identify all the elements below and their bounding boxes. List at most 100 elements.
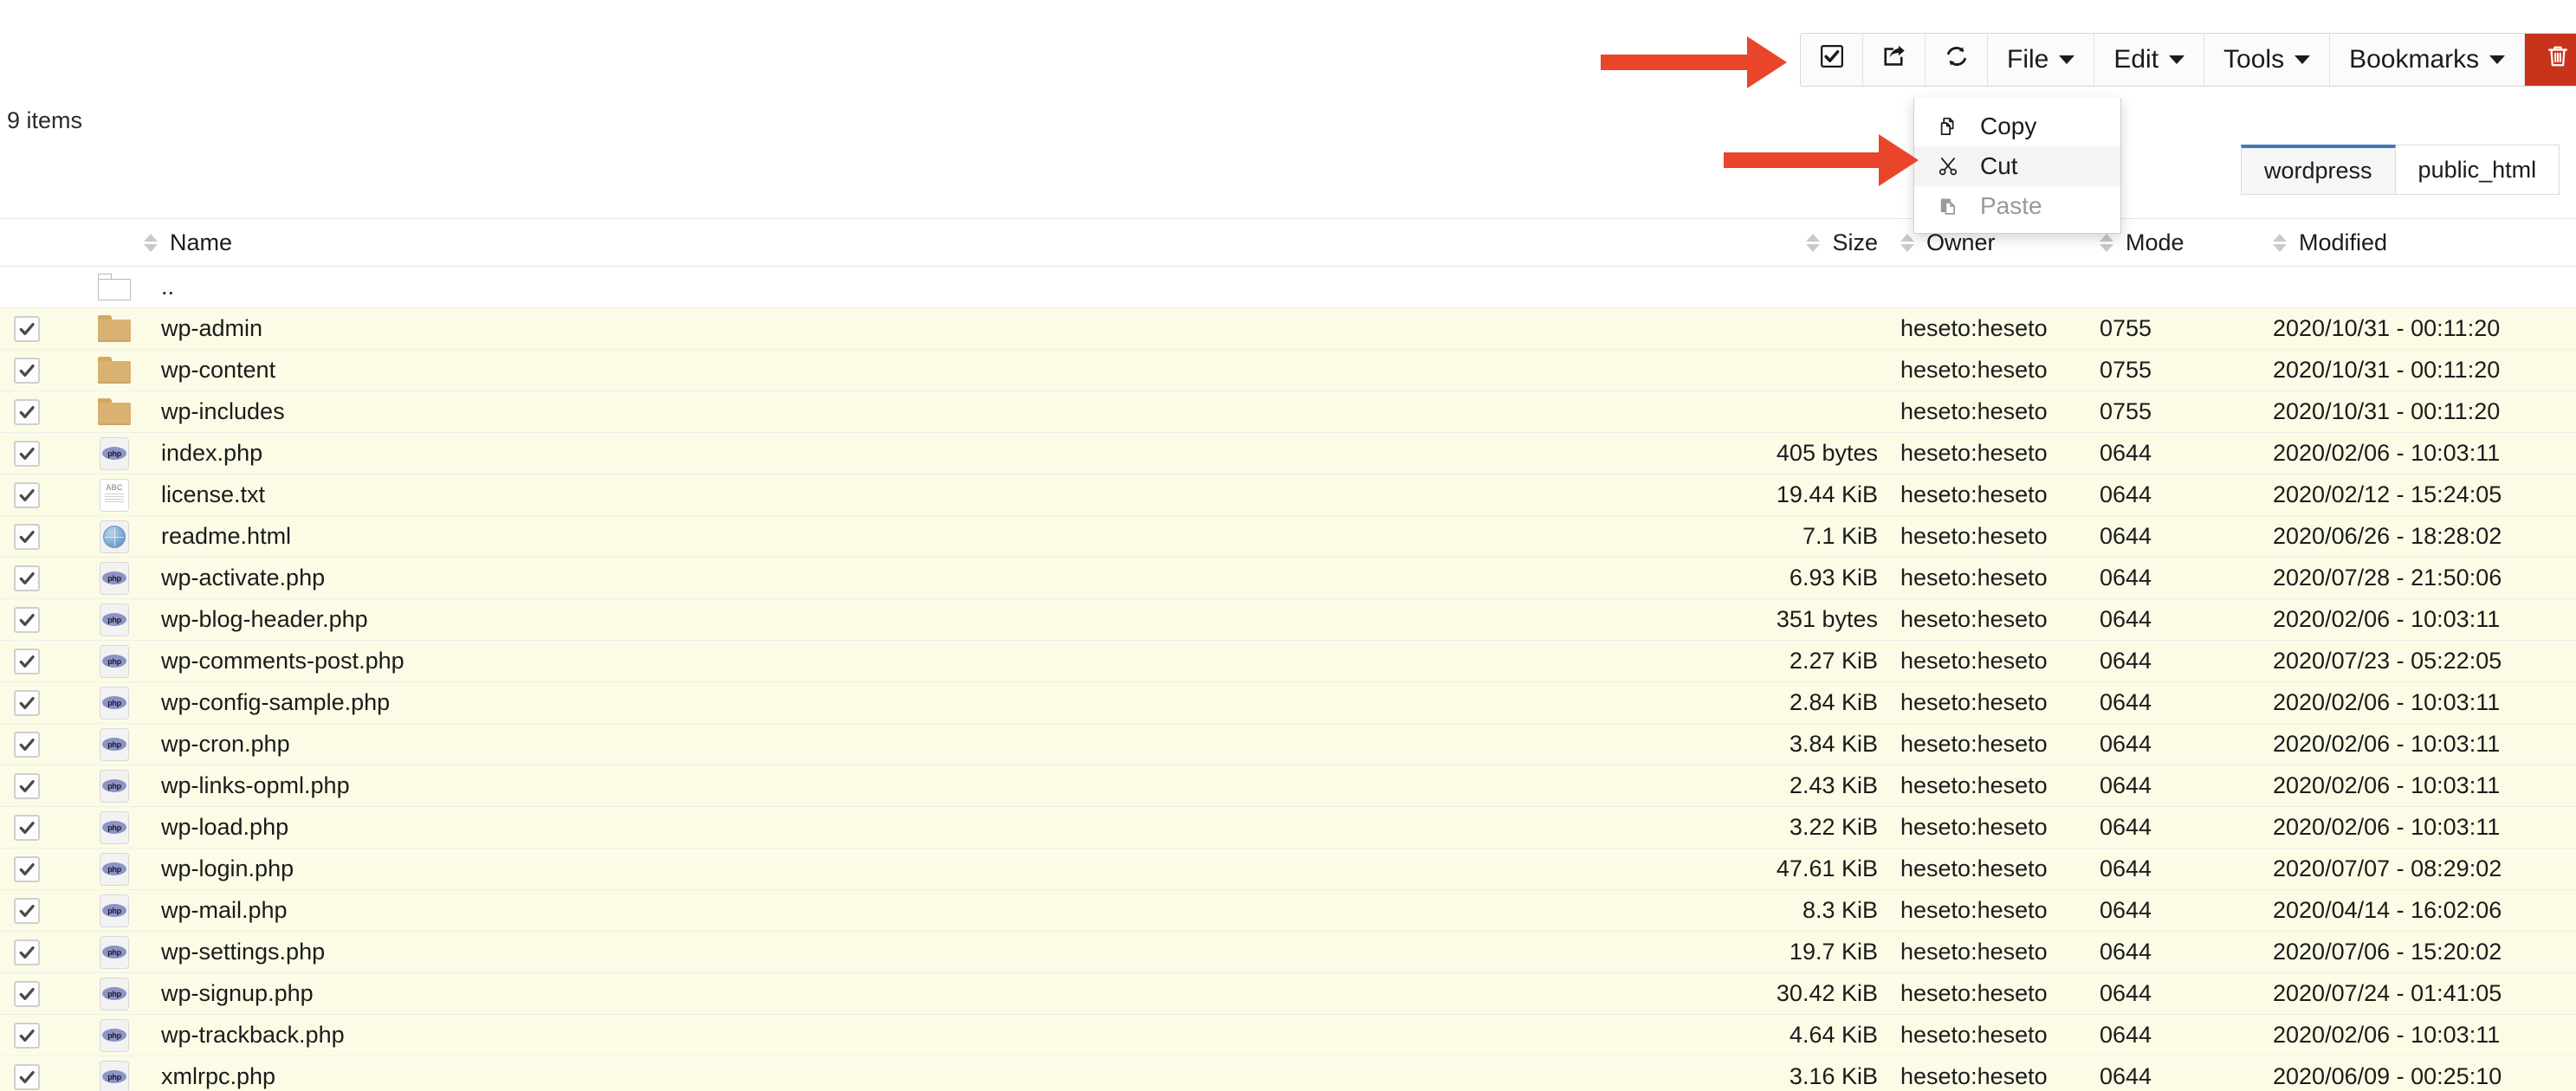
row-checkbox[interactable]	[14, 315, 40, 342]
row-checkbox[interactable]	[14, 523, 40, 550]
table-row[interactable]: php wp-mail.php 8.3 KiB heseto:heseto 0644 20…	[0, 890, 2576, 932]
row-checkbox[interactable]	[14, 648, 40, 675]
edit-menu[interactable]: Edit	[2094, 34, 2205, 86]
file-size: 6.93 KiB	[1789, 565, 1878, 591]
file-size: 47.61 KiB	[1776, 855, 1878, 881]
file-modified: 2020/02/06 - 10:03:11	[2273, 440, 2501, 466]
row-checkbox[interactable]	[14, 897, 40, 924]
file-mode: 0644	[2100, 980, 2152, 1006]
file-owner: heseto:heseto	[1900, 1022, 2048, 1048]
file-name[interactable]: wp-comments-post.php	[144, 648, 1649, 675]
file-name[interactable]: xmlrpc.php	[144, 1063, 1649, 1090]
row-checkbox[interactable]	[14, 814, 40, 841]
sort-modified-icon[interactable]	[2273, 233, 2287, 252]
file-owner: heseto:heseto	[1900, 731, 2048, 757]
file-name[interactable]: wp-content	[144, 357, 1649, 384]
php-icon: php	[100, 977, 129, 1010]
file-name[interactable]: index.php	[144, 440, 1649, 467]
cut-menu-item[interactable]: Cut	[1914, 146, 2120, 186]
file-modified: 2020/10/31 - 00:11:20	[2273, 357, 2501, 383]
file-name[interactable]: wp-includes	[144, 398, 1649, 425]
bookmarks-menu[interactable]: Bookmarks	[2330, 34, 2526, 86]
file-menu[interactable]: File	[1988, 34, 2095, 86]
column-header-mode[interactable]: Mode	[2100, 229, 2273, 256]
file-name[interactable]: wp-login.php	[144, 855, 1649, 882]
row-checkbox[interactable]	[14, 606, 40, 633]
table-row[interactable]: php wp-links-opml.php 2.43 KiB heseto:heset…	[0, 765, 2576, 807]
table-row[interactable]: php wp-activate.php 6.93 KiB heseto:heseto 0…	[0, 558, 2576, 599]
table-row[interactable]: php xmlrpc.php 3.16 KiB heseto:heseto 0644 20…	[0, 1056, 2576, 1091]
row-checkbox[interactable]	[14, 855, 40, 882]
table-row[interactable]: php wp-load.php 3.22 KiB heseto:heseto 0644 2…	[0, 807, 2576, 849]
file-name[interactable]: wp-blog-header.php	[144, 606, 1649, 633]
sort-mode-icon[interactable]	[2100, 233, 2113, 252]
row-checkbox[interactable]	[14, 772, 40, 799]
file-name[interactable]: wp-config-sample.php	[144, 689, 1649, 716]
file-mode: 0644	[2100, 1063, 2152, 1089]
file-name[interactable]: wp-signup.php	[144, 980, 1649, 1007]
file-owner: heseto:heseto	[1900, 565, 2048, 591]
table-row[interactable]: wp-includes heseto:heseto 0755 2020/10/31 -…	[0, 391, 2576, 433]
file-mode: 0644	[2100, 855, 2152, 881]
share-button[interactable]	[1863, 34, 1926, 86]
html-icon	[100, 520, 129, 553]
sort-name-icon[interactable]	[144, 233, 158, 252]
column-header-modified[interactable]: Modified	[2273, 229, 2576, 256]
file-name[interactable]: license.txt	[144, 481, 1649, 508]
file-name[interactable]: wp-admin	[144, 315, 1649, 342]
file-size: 3.84 KiB	[1789, 731, 1878, 757]
table-row[interactable]: php wp-settings.php 19.7 KiB heseto:heseto 0…	[0, 932, 2576, 973]
table-row[interactable]: wp-content heseto:heseto 0755 2020/10/31 - …	[0, 350, 2576, 391]
file-mode: 0644	[2100, 648, 2152, 674]
table-row[interactable]: php wp-login.php 47.61 KiB heseto:heseto 064…	[0, 849, 2576, 890]
tools-menu[interactable]: Tools	[2204, 34, 2331, 86]
file-name[interactable]: readme.html	[144, 523, 1649, 550]
tab-wordpress[interactable]: wordpress	[2241, 145, 2396, 195]
file-name[interactable]: wp-links-opml.php	[144, 772, 1649, 799]
row-checkbox[interactable]	[14, 357, 40, 384]
table-row[interactable]: readme.html 7.1 KiB heseto:heseto 0644 2020/…	[0, 516, 2576, 558]
file-mode: 0644	[2100, 814, 2152, 840]
refresh-button[interactable]	[1926, 34, 1988, 86]
row-checkbox[interactable]	[14, 398, 40, 425]
table-row[interactable]: php wp-cron.php 3.84 KiB heseto:heseto 0644 2…	[0, 724, 2576, 765]
row-checkbox[interactable]	[14, 1063, 40, 1090]
table-row[interactable]: php wp-signup.php 30.42 KiB heseto:heseto 06…	[0, 973, 2576, 1015]
file-name[interactable]: wp-cron.php	[144, 731, 1649, 758]
paste-menu-item[interactable]: Paste	[1914, 186, 2120, 226]
file-name[interactable]: wp-settings.php	[144, 939, 1649, 965]
table-row[interactable]: wp-admin heseto:heseto 0755 2020/10/31 - 00…	[0, 308, 2576, 350]
column-header-size[interactable]: Size	[1649, 229, 1900, 256]
file-name[interactable]: wp-trackback.php	[144, 1022, 1649, 1049]
row-checkbox[interactable]	[14, 440, 40, 467]
delete-button[interactable]	[2525, 34, 2576, 86]
row-checkbox[interactable]	[14, 689, 40, 716]
tab-public-html[interactable]: public_html	[2395, 145, 2560, 195]
php-icon: php	[100, 935, 129, 969]
row-checkbox[interactable]	[14, 731, 40, 758]
select-all-button[interactable]	[1801, 34, 1863, 86]
table-row[interactable]: php wp-comments-post.php 2.27 KiB heseto:he…	[0, 641, 2576, 682]
table-row[interactable]: ABC license.txt 19.44 KiB heseto:heseto 0644…	[0, 474, 2576, 516]
row-checkbox[interactable]	[14, 481, 40, 508]
file-modified: 2020/02/12 - 15:24:05	[2273, 481, 2502, 507]
file-name[interactable]: wp-activate.php	[144, 565, 1649, 591]
folder-icon	[98, 315, 131, 342]
copy-menu-item[interactable]: Copy	[1914, 107, 2120, 146]
row-checkbox[interactable]	[14, 980, 40, 1007]
file-owner: heseto:heseto	[1900, 1063, 2048, 1089]
file-name[interactable]: wp-load.php	[144, 814, 1649, 841]
column-header-name[interactable]: Name	[144, 229, 1649, 256]
table-row[interactable]: php index.php 405 bytes heseto:heseto 0644 20…	[0, 433, 2576, 474]
row-checkbox[interactable]	[14, 939, 40, 965]
row-checkbox[interactable]	[14, 1022, 40, 1049]
table-row[interactable]: php wp-config-sample.php 2.84 KiB heseto:he…	[0, 682, 2576, 724]
table-row-parent[interactable]: ..	[0, 267, 2576, 308]
file-owner: heseto:heseto	[1900, 689, 2048, 715]
table-row[interactable]: php wp-trackback.php 4.64 KiB heseto:heseto…	[0, 1015, 2576, 1056]
row-checkbox[interactable]	[14, 565, 40, 591]
sort-size-icon[interactable]	[1806, 233, 1821, 252]
file-name[interactable]: wp-mail.php	[144, 897, 1649, 924]
table-row[interactable]: php wp-blog-header.php 351 bytes heseto:hes…	[0, 599, 2576, 641]
sort-owner-icon[interactable]	[1900, 233, 1914, 252]
